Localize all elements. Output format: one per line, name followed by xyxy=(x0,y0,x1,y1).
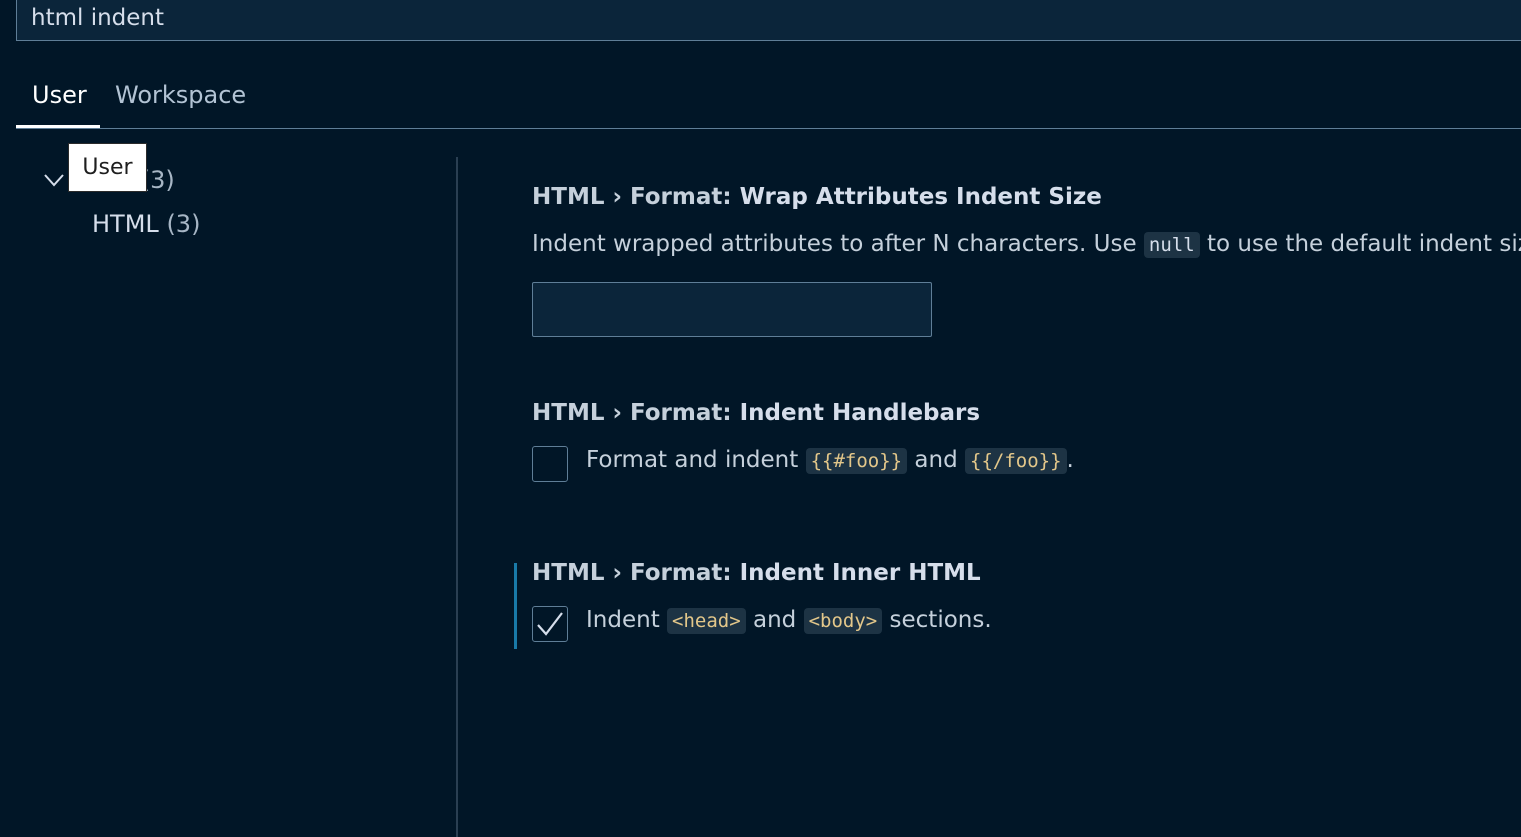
setting-category: HTML › Format: xyxy=(532,400,740,426)
setting-name: Wrap Attributes Indent Size xyxy=(739,184,1102,210)
settings-editor: html indent User Workspace ions (3) HTML… xyxy=(0,0,1521,837)
toc-item-count: (3) xyxy=(166,210,201,238)
modified-indicator xyxy=(514,563,517,649)
tooltip: User xyxy=(68,143,147,192)
desc-text: and xyxy=(907,447,965,473)
desc-text: . xyxy=(1066,447,1074,473)
settings-search-box[interactable]: html indent xyxy=(16,0,1521,41)
chevron-down-icon[interactable] xyxy=(42,168,66,192)
settings-scope-tabs: User Workspace xyxy=(16,70,1521,129)
tab-user[interactable]: User xyxy=(32,81,87,109)
setting-name: Indent Handlebars xyxy=(739,400,981,426)
inline-code: {{#foo}} xyxy=(805,448,908,474)
tab-workspace[interactable]: Workspace xyxy=(115,81,246,109)
setting-description: Indent <head> and <body> sections. xyxy=(586,607,992,634)
active-tab-indicator xyxy=(16,125,100,128)
desc-text: and xyxy=(745,607,804,633)
toc-item-label: HTML xyxy=(92,210,159,238)
inline-code: <head> xyxy=(667,608,746,634)
desc-text: Indent xyxy=(586,607,668,633)
setting-description: Indent wrapped attributes to after N cha… xyxy=(532,231,1521,258)
inline-code: null xyxy=(1143,232,1200,258)
desc-text: Indent wrapped attributes to after N cha… xyxy=(532,231,1144,257)
search-input[interactable]: html indent xyxy=(31,5,164,31)
desc-text: sections. xyxy=(882,607,992,633)
setting-description: Format and indent {{#foo}} and {{/foo}}. xyxy=(586,447,1074,474)
inline-code: <body> xyxy=(803,608,883,634)
wrap-attributes-indent-size-input[interactable] xyxy=(532,282,932,337)
setting-title-indent-handlebars: HTML › Format: Indent Handlebars xyxy=(532,400,980,426)
check-icon xyxy=(537,612,563,636)
desc-text: to use the default indent size. xyxy=(1199,231,1521,257)
toc-item-html[interactable]: HTML (3) xyxy=(92,210,200,238)
indent-inner-html-checkbox[interactable] xyxy=(532,606,568,642)
setting-title-wrap-attributes-indent-size: HTML › Format: Wrap Attributes Indent Si… xyxy=(532,184,1102,210)
setting-title-indent-inner-html: HTML › Format: Indent Inner HTML xyxy=(532,560,981,586)
desc-text: Format and indent xyxy=(586,447,806,473)
setting-category: HTML › Format: xyxy=(532,560,740,586)
setting-category: HTML › Format: xyxy=(532,184,740,210)
sash-divider[interactable] xyxy=(456,157,458,837)
inline-code: {{/foo}} xyxy=(965,448,1067,474)
indent-handlebars-checkbox[interactable] xyxy=(532,446,568,482)
setting-name: Indent Inner HTML xyxy=(739,560,981,586)
